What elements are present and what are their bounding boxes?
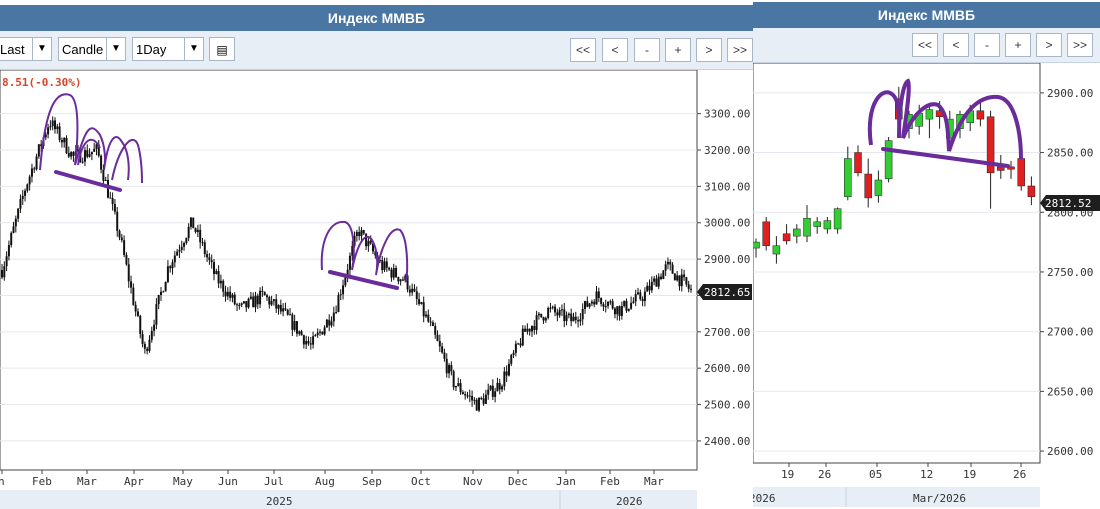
chart-toolbar: << < - + > >> (753, 28, 1100, 63)
scroll-left-button[interactable]: < (943, 33, 969, 57)
year-label: 2025 (266, 495, 293, 508)
price-type-value: Last (0, 42, 25, 57)
candle (65, 135, 68, 155)
x-tick-label: Mar (644, 475, 664, 488)
scroll-end-button[interactable]: >> (1067, 33, 1093, 57)
period-band (753, 487, 1040, 507)
chevron-down-icon: ▼ (32, 38, 51, 60)
x-tick-label: 12 (920, 468, 933, 481)
y-tick-label: 3000.00 (704, 217, 750, 230)
x-tick-label: Feb (600, 475, 620, 488)
y-tick-label: 2700.00 (1047, 326, 1093, 339)
x-tick-label: Oct (411, 475, 431, 488)
right-price-chart[interactable]: 2900.002850.002800.002750.002700.002650.… (753, 63, 1100, 509)
y-tick-label: 3100.00 (704, 180, 750, 193)
y-tick-label: 2700.00 (704, 326, 750, 339)
interval-select[interactable]: 1Day ▼ (132, 37, 204, 61)
price-tag-label: 2812.65 (704, 286, 750, 299)
x-tick-label: Jun (218, 475, 238, 488)
chevron-down-icon: ▼ (106, 38, 125, 60)
chart-type-value: Candle (62, 42, 104, 57)
x-tick-label: n (0, 475, 5, 488)
zoom-out-button[interactable]: - (634, 38, 660, 62)
chart-toolbar: Last ▼ Candle ▼ 1Day ▼ ▤ << < - + > >> (0, 31, 753, 70)
chart-title: Индекс ММВБ (0, 5, 753, 31)
x-tick-label: Apr (124, 475, 144, 488)
candle (286, 308, 289, 316)
x-tick-label: 19 (781, 468, 794, 481)
scroll-left-button[interactable]: < (602, 38, 628, 62)
table-icon: ▤ (216, 43, 228, 57)
x-tick-label: Feb (32, 475, 52, 488)
candle (247, 297, 250, 309)
price-type-select[interactable]: Last ▼ (0, 37, 52, 61)
chart-type-select[interactable]: Candle ▼ (58, 37, 126, 61)
candle (884, 137, 893, 183)
x-tick-label: 26 (818, 468, 831, 481)
price-tag: 2812.52 (1040, 195, 1100, 211)
price-change-label: 8.51(-0.30%) (2, 76, 81, 89)
y-tick-label: 2650.00 (1047, 385, 1093, 398)
candle (475, 397, 478, 411)
y-tick-label: 2750.00 (1047, 266, 1093, 279)
y-tick-label: 2850.00 (1047, 147, 1093, 160)
scroll-right-button[interactable]: > (1036, 33, 1062, 57)
candle (762, 217, 770, 251)
interval-value: 1Day (136, 42, 167, 57)
y-tick-label: 2600.00 (1047, 445, 1093, 458)
y-tick-label: 2400.00 (704, 435, 750, 448)
candle (673, 273, 676, 281)
candle (547, 306, 550, 320)
candle (478, 397, 480, 413)
left-chart-panel: Индекс ММВБ Last ▼ Candle ▼ 1Day ▼ ▤ << … (0, 0, 754, 509)
left-price-chart[interactable]: 3300.003200.003100.003000.002900.002800.… (0, 70, 753, 509)
x-tick-label: Jan (556, 475, 576, 488)
candle (662, 270, 665, 280)
chevron-down-icon: ▼ (184, 38, 203, 60)
price-tag: 2812.65 (697, 284, 752, 300)
right-chart-panel: Индекс ММВБ << < - + > >> 2900.00 2850.00… (753, 0, 1100, 509)
scroll-start-button[interactable]: << (912, 33, 938, 57)
price-tag-label: 2812.52 (1045, 197, 1091, 210)
y-tick-label: 2900.00 (1047, 87, 1093, 100)
y-tick-label: 2600.00 (704, 362, 750, 375)
scroll-end-button[interactable]: >> (727, 38, 753, 62)
zoom-in-button[interactable]: + (665, 38, 691, 62)
year-label: 2026 (616, 495, 643, 508)
period-label: 2026 (753, 492, 776, 505)
candle (452, 369, 455, 391)
x-tick-label: 05 (869, 468, 882, 481)
zoom-out-button[interactable]: - (974, 33, 1000, 57)
candle (325, 318, 328, 328)
year-band (0, 490, 697, 509)
x-tick-label: Aug (315, 475, 335, 488)
period-label: Mar/2026 (913, 492, 966, 505)
zoom-in-button[interactable]: + (1005, 33, 1031, 57)
candle (321, 331, 324, 335)
candle (164, 281, 167, 292)
x-tick-label: 26 (1013, 468, 1026, 481)
data-table-button[interactable]: ▤ (209, 37, 235, 61)
x-tick-label: Sep (362, 475, 382, 488)
y-tick-label: 3300.00 (704, 108, 750, 121)
x-tick-label: Dec (508, 475, 528, 488)
scroll-right-button[interactable]: > (696, 38, 722, 62)
chart-title: Индекс ММВБ (753, 2, 1100, 28)
scroll-start-button[interactable]: << (570, 38, 596, 62)
x-tick-label: May (173, 475, 193, 488)
x-tick-label: Nov (463, 475, 483, 488)
x-tick-label: Jul (264, 475, 284, 488)
y-tick-label: 2900.00 (704, 253, 750, 266)
y-tick-label: 2500.00 (704, 399, 750, 412)
x-tick-label: 19 (963, 468, 976, 481)
y-tick-label: 3200.00 (704, 144, 750, 157)
candle (192, 217, 195, 229)
x-tick-label: Mar (77, 475, 97, 488)
candle (337, 292, 340, 313)
